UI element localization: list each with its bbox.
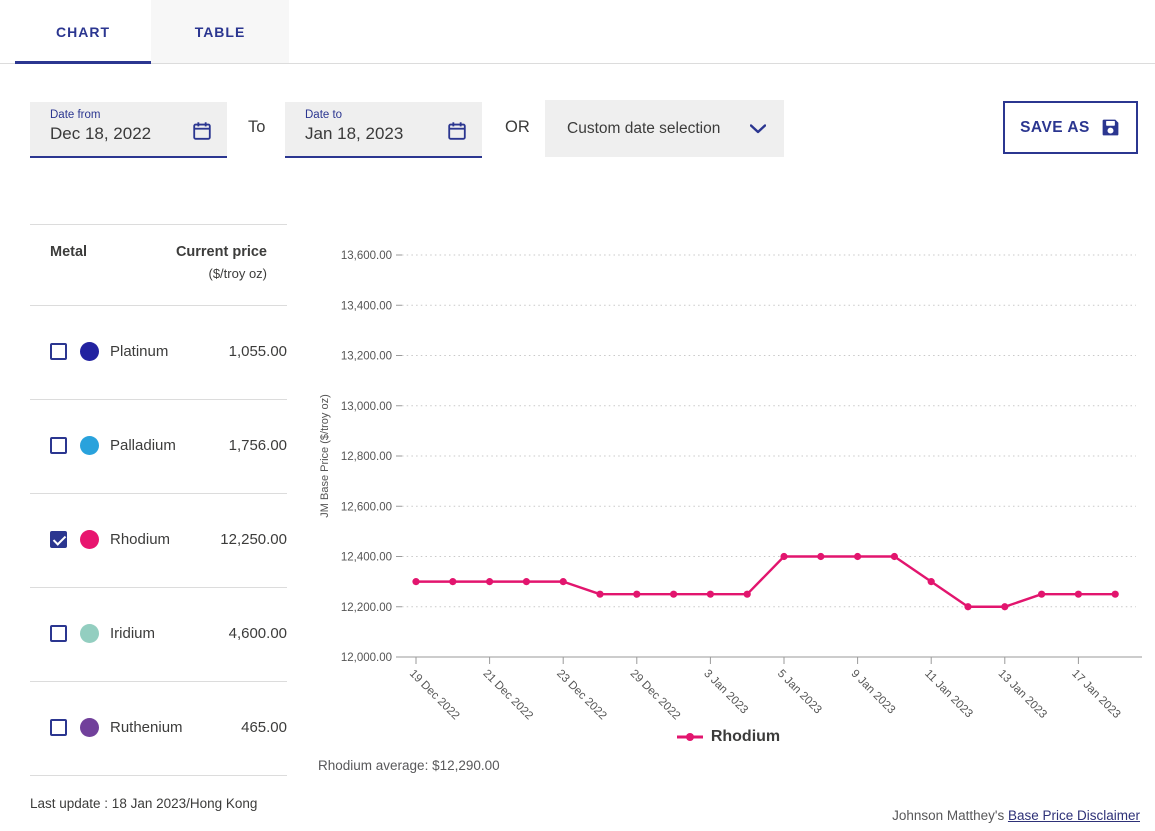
panel-divider bbox=[30, 305, 287, 306]
metal-name: Platinum bbox=[110, 343, 169, 360]
iridium-color-dot bbox=[80, 624, 99, 643]
date-from-field[interactable]: Date from Dec 18, 2022 bbox=[30, 102, 227, 158]
ruthenium-color-dot bbox=[80, 718, 99, 737]
chart-legend[interactable]: Rhodium bbox=[312, 728, 1145, 746]
palladium-checkbox[interactable] bbox=[50, 437, 67, 454]
rhodium-color-dot bbox=[80, 530, 99, 549]
svg-text:21 Dec 2022: 21 Dec 2022 bbox=[480, 668, 535, 720]
metal-prices-app: CHART TABLE Date from Dec 18, 2022 To Da… bbox=[0, 0, 1155, 831]
price-chart: 12,000.00 12,200.00 12,400.00 12,600.00 12,8… bbox=[319, 250, 1142, 720]
metals-header-current-price: Current price bbox=[175, 244, 267, 260]
calendar-icon[interactable] bbox=[191, 120, 213, 142]
calendar-icon[interactable] bbox=[446, 120, 468, 142]
svg-text:13,200.00: 13,200.00 bbox=[341, 351, 392, 363]
active-tab-underline bbox=[15, 61, 151, 64]
legend-label: Rhodium bbox=[710, 728, 781, 745]
custom-date-selection-value: Custom date selection bbox=[567, 119, 721, 137]
date-from-value: Dec 18, 2022 bbox=[50, 124, 152, 143]
save-icon bbox=[1102, 119, 1119, 136]
metal-row-platinum: Platinum 1,055.00 bbox=[30, 341, 287, 381]
chevron-down-icon bbox=[750, 123, 766, 133]
disclaimer-prefix: Johnson Matthey's bbox=[892, 808, 1008, 823]
svg-text:13,400.00: 13,400.00 bbox=[341, 300, 392, 312]
svg-text:5 Jan 2023: 5 Jan 2023 bbox=[775, 668, 824, 717]
to-label: To bbox=[248, 118, 266, 136]
metal-name: Rhodium bbox=[110, 531, 171, 548]
legend-line-marker-icon bbox=[676, 733, 703, 741]
metal-price: 1,756.00 bbox=[228, 437, 287, 454]
date-from-label: Date from bbox=[50, 109, 101, 121]
svg-text:9 Jan 2023: 9 Jan 2023 bbox=[848, 668, 897, 717]
row-divider bbox=[30, 493, 287, 494]
metal-price: 1,055.00 bbox=[228, 343, 287, 360]
svg-text:23 Dec 2022: 23 Dec 2022 bbox=[554, 668, 609, 720]
ruthenium-checkbox[interactable] bbox=[50, 719, 67, 736]
svg-text:3 Jan 2023: 3 Jan 2023 bbox=[701, 668, 750, 717]
tab-table[interactable]: TABLE bbox=[151, 0, 289, 63]
date-to-field[interactable]: Date to Jan 18, 2023 bbox=[285, 102, 482, 158]
svg-text:12,000.00: 12,000.00 bbox=[341, 652, 392, 664]
svg-text:17 Jan 2023: 17 Jan 2023 bbox=[1069, 668, 1122, 720]
svg-text:JM Base Price ($/troy oz): JM Base Price ($/troy oz) bbox=[319, 394, 331, 517]
metal-row-ruthenium: Ruthenium 465.00 bbox=[30, 717, 287, 757]
metal-name: Palladium bbox=[110, 437, 176, 454]
platinum-color-dot bbox=[80, 342, 99, 361]
iridium-checkbox[interactable] bbox=[50, 625, 67, 642]
last-update-text: Last update : 18 Jan 2023/Hong Kong bbox=[30, 796, 258, 811]
series-average-text: Rhodium average: $12,290.00 bbox=[318, 758, 500, 773]
metal-name: Ruthenium bbox=[110, 719, 183, 736]
svg-text:12,200.00: 12,200.00 bbox=[341, 602, 392, 614]
metal-price: 12,250.00 bbox=[220, 531, 287, 548]
metals-header-unit: ($/troy oz) bbox=[208, 266, 267, 281]
panel-divider bbox=[30, 224, 287, 225]
metal-price: 4,600.00 bbox=[228, 625, 287, 642]
metal-row-iridium: Iridium 4,600.00 bbox=[30, 623, 287, 663]
metal-name: Iridium bbox=[110, 625, 156, 642]
svg-text:12,400.00: 12,400.00 bbox=[341, 552, 392, 564]
svg-text:11 Jan 2023: 11 Jan 2023 bbox=[922, 668, 975, 720]
svg-text:19 Dec 2022: 19 Dec 2022 bbox=[407, 668, 462, 720]
date-to-value: Jan 18, 2023 bbox=[305, 124, 404, 143]
base-price-disclaimer-link[interactable]: Base Price Disclaimer bbox=[1008, 808, 1140, 823]
svg-text:13 Jan 2023: 13 Jan 2023 bbox=[996, 668, 1049, 720]
metal-row-rhodium: Rhodium 12,250.00 bbox=[30, 529, 287, 569]
save-as-label: SAVE AS bbox=[1020, 118, 1090, 136]
row-divider bbox=[30, 775, 287, 776]
platinum-checkbox[interactable] bbox=[50, 343, 67, 360]
row-divider bbox=[30, 681, 287, 682]
svg-text:12,800.00: 12,800.00 bbox=[341, 451, 392, 463]
date-to-label: Date to bbox=[305, 109, 343, 121]
row-divider bbox=[30, 587, 287, 588]
disclaimer-text: Johnson Matthey's Base Price Disclaimer bbox=[892, 808, 1140, 823]
palladium-color-dot bbox=[80, 436, 99, 455]
svg-text:29 Dec 2022: 29 Dec 2022 bbox=[628, 668, 683, 720]
save-as-button[interactable]: SAVE AS bbox=[1003, 101, 1138, 154]
metal-price: 465.00 bbox=[241, 719, 287, 736]
svg-text:13,600.00: 13,600.00 bbox=[341, 250, 392, 262]
or-label: OR bbox=[505, 118, 530, 136]
metal-row-palladium: Palladium 1,756.00 bbox=[30, 435, 287, 475]
rhodium-checkbox[interactable] bbox=[50, 531, 67, 548]
tabs-divider bbox=[0, 63, 1155, 64]
svg-text:12,600.00: 12,600.00 bbox=[341, 501, 392, 513]
tab-chart[interactable]: CHART bbox=[15, 0, 151, 63]
row-divider bbox=[30, 399, 287, 400]
custom-date-selection-dropdown[interactable]: Custom date selection bbox=[545, 100, 784, 157]
svg-text:13,000.00: 13,000.00 bbox=[341, 401, 392, 413]
